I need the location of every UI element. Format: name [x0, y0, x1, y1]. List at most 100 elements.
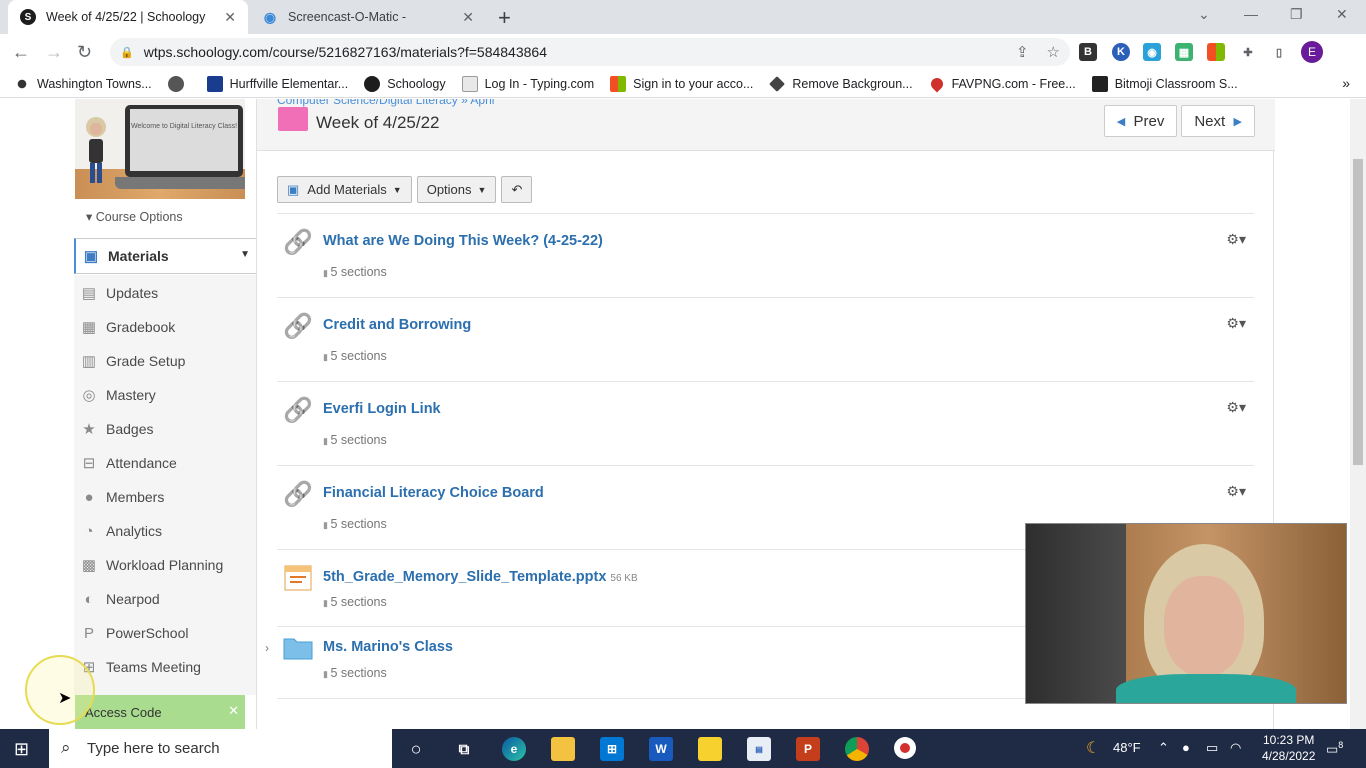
back-icon[interactable]: ←: [12, 42, 30, 63]
sidebar-item-powerschool[interactable]: P PowerSchool: [74, 616, 256, 650]
window-close-icon[interactable]: ✕: [1336, 6, 1348, 23]
clock-time: 10:23 PM: [1263, 733, 1315, 747]
taskbar-search-input[interactable]: ⌕ Type here to search: [49, 729, 392, 768]
bookmark-item[interactable]: Log In - Typing.com: [461, 75, 594, 92]
scrollbar-thumb[interactable]: [1353, 159, 1363, 465]
prev-button[interactable]: ◀ Prev: [1103, 105, 1178, 137]
battery-icon[interactable]: ▭: [1206, 740, 1218, 756]
cortana-icon[interactable]: ○: [404, 737, 428, 761]
taskbar-clock[interactable]: 10:23 PM 4/28/2022: [1262, 732, 1315, 764]
access-code-banner[interactable]: Access Code ✕: [75, 695, 245, 729]
material-title-link[interactable]: Everfi Login Link: [323, 401, 441, 417]
sidebar-item-updates[interactable]: ▤ Updates: [74, 276, 256, 310]
sheets-extension-icon[interactable]: ▦: [1175, 43, 1193, 61]
sections-text: 5 sections: [330, 433, 387, 447]
add-materials-button[interactable]: ▣ Add Materials ▼: [277, 176, 412, 203]
powerpoint-icon[interactable]: P: [796, 737, 820, 761]
bookmark-label: Hurffville Elementar...: [229, 76, 349, 91]
sidebar-item-nearpod[interactable]: ◐ Nearpod: [74, 582, 256, 616]
minimize-icon[interactable]: —: [1244, 6, 1258, 22]
microsoft-extension-icon[interactable]: [1207, 43, 1225, 61]
bookmark-label: FAVPNG.com - Free...: [951, 76, 1076, 91]
bookmark-item[interactable]: Schoology: [364, 75, 446, 92]
bookmark-item[interactable]: Remove Backgroun...: [769, 75, 913, 92]
close-icon[interactable]: ✕: [462, 9, 474, 26]
sidebar-item-members[interactable]: ● Members: [74, 480, 256, 514]
sidebar-item-workload-planning[interactable]: ▩ Workload Planning: [74, 548, 256, 582]
extension-icon[interactable]: B: [1079, 43, 1097, 61]
weather-temp[interactable]: 48°F: [1113, 740, 1141, 755]
sidebar-item-attendance[interactable]: ⊟ Attendance: [74, 446, 256, 480]
bookmark-item[interactable]: Sign in to your acco...: [610, 75, 753, 92]
address-bar[interactable]: 🔒 wtps.schoology.com/course/5216827163/m…: [110, 38, 1070, 66]
course-options-toggle[interactable]: ▾ Course Options: [86, 209, 183, 224]
store-icon[interactable]: ⊞: [600, 737, 624, 761]
bookmarks-overflow-icon[interactable]: »: [1342, 75, 1350, 91]
close-icon[interactable]: ✕: [224, 9, 236, 26]
bookmark-item[interactable]: [167, 75, 191, 92]
windows-start-icon[interactable]: ⊞: [14, 739, 29, 760]
microphone-icon[interactable]: ●: [1182, 740, 1190, 755]
chevron-up-icon[interactable]: ⌃: [1158, 740, 1169, 756]
search-placeholder: Type here to search: [87, 740, 220, 757]
next-button[interactable]: Next ▶: [1181, 105, 1255, 137]
search-icon: ⌕: [61, 738, 71, 757]
gear-icon[interactable]: ⚙▾: [1226, 399, 1246, 416]
side-panel-icon[interactable]: ▯: [1270, 43, 1288, 61]
screencast-extension-icon[interactable]: ◉: [1143, 43, 1161, 61]
page-scrollbar[interactable]: [1350, 99, 1366, 729]
tab-schoology[interactable]: S Week of 4/25/22 | Schoology ✕: [8, 0, 248, 34]
sidebar-item-mastery[interactable]: ◎ Mastery: [74, 378, 256, 412]
material-title-text: 5th_Grade_Memory_Slide_Template.pptx: [323, 569, 607, 585]
gear-icon[interactable]: ⚙▾: [1226, 315, 1246, 332]
material-title-link[interactable]: Ms. Marino's Class: [323, 639, 453, 655]
reload-icon[interactable]: ↻: [77, 42, 92, 63]
bookmark-item[interactable]: FAVPNG.com - Free...: [928, 75, 1076, 92]
task-view-icon[interactable]: ⧉: [452, 737, 476, 761]
sidebar-item-gradebook[interactable]: ▦ Gradebook: [74, 310, 256, 344]
sidebar-item-analytics[interactable]: ◔ Analytics: [74, 514, 256, 548]
kami-extension-icon[interactable]: K: [1112, 43, 1130, 61]
options-button[interactable]: Options ▼: [416, 176, 497, 203]
share-icon[interactable]: ⇪: [1016, 43, 1029, 61]
notification-count: 8: [1338, 740, 1344, 750]
browser-toolbar: ← → ↻ 🔒 wtps.schoology.com/course/521682…: [0, 34, 1366, 70]
sidebar-item-materials[interactable]: ▣ Materials ▼: [74, 238, 256, 274]
word-icon[interactable]: W: [649, 737, 673, 761]
gear-icon[interactable]: ⚙▾: [1226, 231, 1246, 248]
breadcrumb[interactable]: Computer Science/Digital Literacy » Apri…: [277, 99, 494, 107]
bookmark-item[interactable]: Bitmoji Classroom S...: [1091, 75, 1238, 92]
caret-down-icon[interactable]: ▼: [240, 249, 250, 260]
edge-icon[interactable]: e: [502, 737, 526, 761]
wifi-icon[interactable]: ◠: [1230, 740, 1241, 756]
material-title-link[interactable]: What are We Doing This Week? (4-25-22): [323, 233, 603, 249]
material-title-link[interactable]: Financial Literacy Choice Board: [323, 485, 544, 501]
bookmark-item[interactable]: Washington Towns...: [14, 75, 152, 92]
sidebar-item-teams-meeting[interactable]: ⊞ Teams Meeting: [74, 650, 256, 684]
new-tab-button[interactable]: +: [498, 5, 511, 31]
tab-search-icon[interactable]: ⌄: [1198, 6, 1210, 23]
material-title-link[interactable]: Credit and Borrowing: [323, 317, 471, 333]
material-title-link[interactable]: 5th_Grade_Memory_Slide_Template.pptx 56 K…: [323, 569, 638, 585]
chrome-icon[interactable]: [845, 737, 869, 761]
sticky-notes-icon[interactable]: [698, 737, 722, 761]
file-explorer-icon[interactable]: [551, 737, 575, 761]
bookmark-item[interactable]: Hurffville Elementar...: [206, 75, 349, 92]
close-icon[interactable]: ✕: [228, 703, 239, 719]
sidebar-item-badges[interactable]: ★ Badges: [74, 412, 256, 446]
forward-icon[interactable]: →: [45, 42, 63, 63]
sidebar-item-label: Members: [106, 489, 165, 505]
restore-icon[interactable]: ❐: [1290, 6, 1303, 23]
undo-button[interactable]: ↶: [501, 176, 533, 203]
profile-avatar[interactable]: E: [1301, 41, 1323, 63]
sidebar-item-grade-setup[interactable]: ▥ Grade Setup: [74, 344, 256, 378]
extensions-puzzle-icon[interactable]: ✚: [1239, 43, 1257, 61]
bookmark-star-icon[interactable]: ☆: [1047, 43, 1060, 61]
tab-screencast[interactable]: ◉ Screencast-O-Matic - ✕: [250, 0, 486, 34]
notifications-icon[interactable]: ▭8: [1326, 740, 1343, 757]
globe-icon: [167, 75, 184, 92]
expand-chevron-icon[interactable]: ›: [265, 641, 269, 655]
app-icon[interactable]: ▤: [747, 737, 771, 761]
screencast-record-icon[interactable]: [894, 737, 916, 759]
gear-icon[interactable]: ⚙▾: [1226, 483, 1246, 500]
